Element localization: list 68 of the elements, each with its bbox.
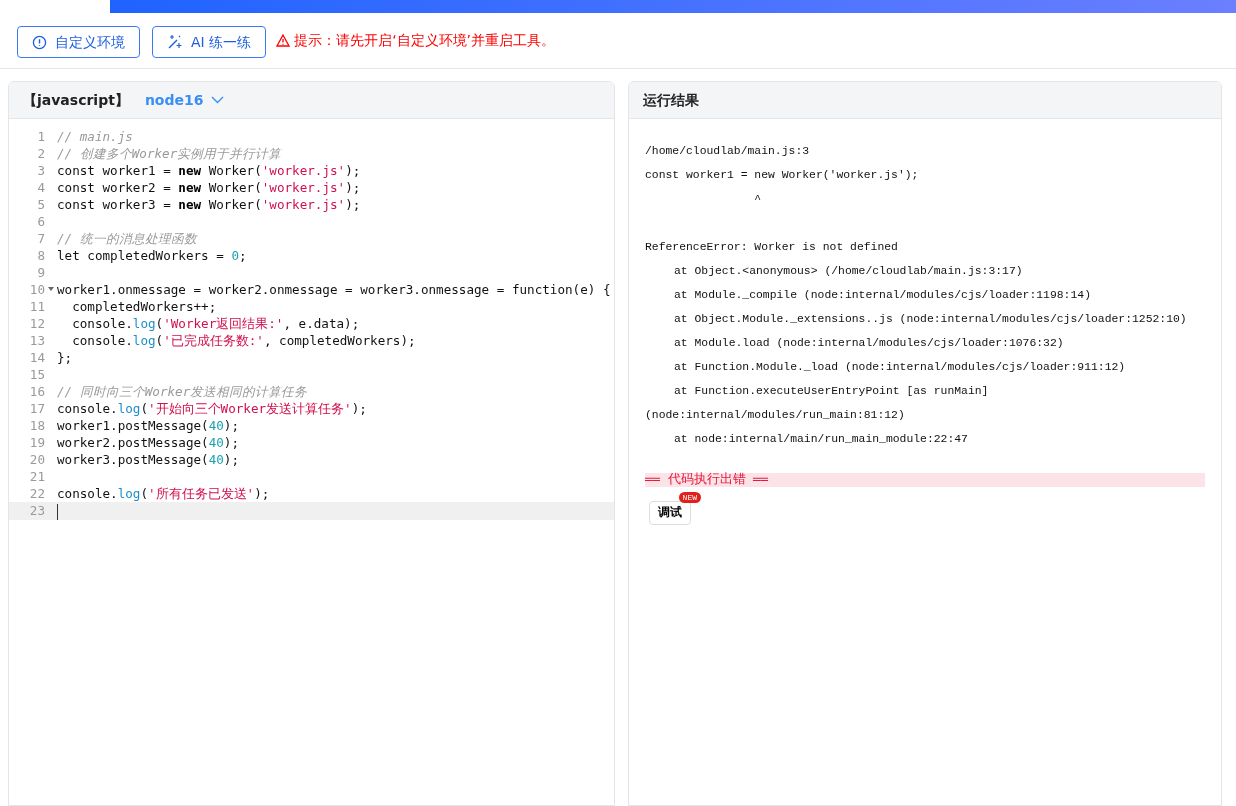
chevron-down-icon (211, 96, 225, 104)
code-line: const worker1 = new Worker('worker.js'); (56, 162, 361, 179)
line-number: 21 (29, 469, 45, 484)
notice-text: 提示：请先开启‘自定义环境’并重启工具。 (294, 31, 556, 50)
code-line: completedWorkers++; (71, 298, 217, 315)
code-line: // 创建多个Worker实例用于并行计算 (56, 145, 282, 162)
line-number: 23 (29, 503, 45, 518)
fold-arrow-icon[interactable] (48, 287, 54, 291)
code-line: console.log('开始向三个Worker发送计算任务'); (56, 400, 367, 417)
debug-button[interactable]: 调试 (649, 501, 691, 525)
code-line: let completedWorkers = 0; (56, 247, 247, 264)
magic-wand-icon (167, 34, 183, 50)
ai-practice-button[interactable]: AI 练一练 (152, 26, 267, 58)
line-number: 16 (29, 384, 45, 399)
line-number: 11 (29, 299, 45, 314)
line-number: 5 (37, 197, 45, 212)
code-line: worker3.postMessage(40); (56, 451, 239, 468)
line-number: 6 (37, 214, 45, 229)
language-label: 【javascript】 (23, 90, 129, 110)
warning-icon (276, 33, 291, 47)
line-number: 22 (29, 486, 45, 501)
output-line: at Function.Module._load (node:internal/modules/cjs/loader:911:12) (674, 361, 1126, 373)
line-number: 3 (37, 163, 45, 178)
line-number: 18 (29, 418, 45, 433)
output-line: at Module._compile (node:internal/modules/cjs/loader:1198:14) (674, 289, 1091, 301)
line-number: 20 (29, 452, 45, 467)
code-line: const worker3 = new Worker('worker.js'); (56, 196, 361, 213)
code-line: console.log('Worker返回结果:', e.data); (71, 315, 360, 332)
info-icon (32, 34, 47, 50)
line-number: 9 (37, 265, 45, 280)
line-number: 10 (29, 282, 45, 297)
code-line: }; (56, 349, 73, 366)
text-cursor (57, 503, 58, 520)
code-line: console.log('所有任务已发送'); (56, 485, 270, 502)
line-number: 17 (29, 401, 45, 416)
output-line: at Function.executeUserEntryPoint [as runMain] (674, 385, 989, 397)
code-line: console.log('已完成任务数:', completedWorkers); (71, 332, 416, 349)
line-number: 4 (37, 180, 45, 195)
code-line: const worker2 = new Worker('worker.js'); (56, 179, 361, 196)
output-line: at Object.<anonymous> (/home/cloudlab/main.js:3:17) (674, 265, 1023, 277)
code-line: worker1.postMessage(40); (56, 417, 239, 434)
code-line: // 同时向三个Worker发送相同的计算任务 (56, 383, 308, 400)
line-number: 12 (29, 316, 45, 331)
line-number: 1 (37, 129, 45, 144)
output-line: at Object.Module._extensions..js (node:internal/modules/cjs/loader:1252:10) (674, 313, 1187, 325)
line-number: 2 (37, 146, 45, 161)
output-line: (node:internal/modules/run_main:81:12) (645, 409, 905, 421)
line-number: 7 (37, 231, 45, 246)
output-line: at node:internal/main/run_main_module:22:47 (674, 433, 968, 445)
new-badge: NEW (678, 492, 701, 503)
output-line: const worker1 = new Worker('worker.js'); (645, 169, 919, 181)
code-line: worker1.onmessage = worker2.onmessage = worker3.onmessage = function(e) { (56, 281, 611, 298)
code-line: worker2.postMessage(40); (56, 434, 239, 451)
code-line: // 统一的消息处理函数 (56, 230, 197, 247)
output-line: /home/cloudlab/main.js:3 (645, 145, 810, 157)
custom-env-button[interactable]: 自定义环境 (17, 26, 140, 58)
panel-title: 运行结果 (643, 90, 699, 110)
runtime-dropdown[interactable]: node16 (144, 89, 225, 111)
error-banner: ══ 代码执行出错 ══ (645, 473, 1205, 487)
output-line: at Module.load (node:internal/modules/cjs/loader:1076:32) (674, 337, 1064, 349)
line-number: 14 (29, 350, 45, 365)
code-line: // main.js (56, 128, 133, 145)
line-number: 13 (29, 333, 45, 348)
line-number: 19 (29, 435, 45, 450)
line-number: 8 (37, 248, 45, 263)
output-line: ^ (753, 193, 762, 205)
line-number: 15 (29, 367, 45, 382)
output-line: ReferenceError: Worker is not defined (645, 241, 898, 253)
